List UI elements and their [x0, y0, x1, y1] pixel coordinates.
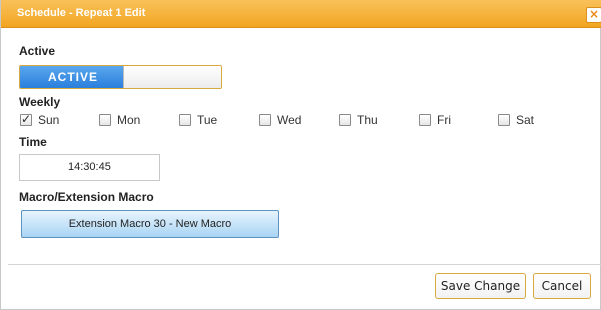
- checkbox[interactable]: [179, 114, 191, 126]
- day-label: Mon: [117, 113, 141, 127]
- checkbox[interactable]: [498, 114, 510, 126]
- checkbox[interactable]: [339, 114, 351, 126]
- checkbox[interactable]: [419, 114, 431, 126]
- day-label: Wed: [277, 113, 302, 127]
- day-label: Thu: [357, 113, 378, 127]
- checkbox[interactable]: [259, 114, 271, 126]
- weekly-label: Weekly: [19, 95, 61, 109]
- day-label: Sat: [516, 113, 535, 127]
- active-label: Active: [19, 44, 56, 58]
- macro-label: Macro/Extension Macro: [19, 190, 154, 204]
- save-change-button[interactable]: Save Change: [435, 273, 526, 299]
- toggle-off-segment: [123, 66, 221, 88]
- time-label: Time: [19, 135, 47, 149]
- cancel-button[interactable]: Cancel: [533, 273, 591, 299]
- day-label: Tue: [197, 113, 218, 127]
- dialog-title: Schedule - Repeat 1 Edit: [17, 7, 146, 19]
- macro-select-button[interactable]: Extension Macro 30 - New Macro: [21, 210, 279, 238]
- active-toggle[interactable]: ACTIVE: [19, 65, 222, 89]
- checkmark-icon: ✓: [21, 112, 32, 126]
- day-label: Fri: [437, 113, 451, 127]
- checkbox[interactable]: ✓: [20, 112, 32, 126]
- footer-divider: [8, 264, 601, 265]
- schedule-edit-dialog: Schedule - Repeat 1 Edit × Active ACTIVE…: [0, 0, 601, 310]
- close-icon: ×: [588, 7, 600, 21]
- day-label: Sun: [38, 113, 60, 127]
- close-button[interactable]: ×: [586, 7, 601, 23]
- time-input[interactable]: 14:30:45: [19, 154, 160, 181]
- toggle-on-segment: ACTIVE: [20, 66, 123, 88]
- dialog-titlebar: Schedule - Repeat 1 Edit ×: [1, 0, 601, 28]
- checkbox[interactable]: [99, 114, 111, 126]
